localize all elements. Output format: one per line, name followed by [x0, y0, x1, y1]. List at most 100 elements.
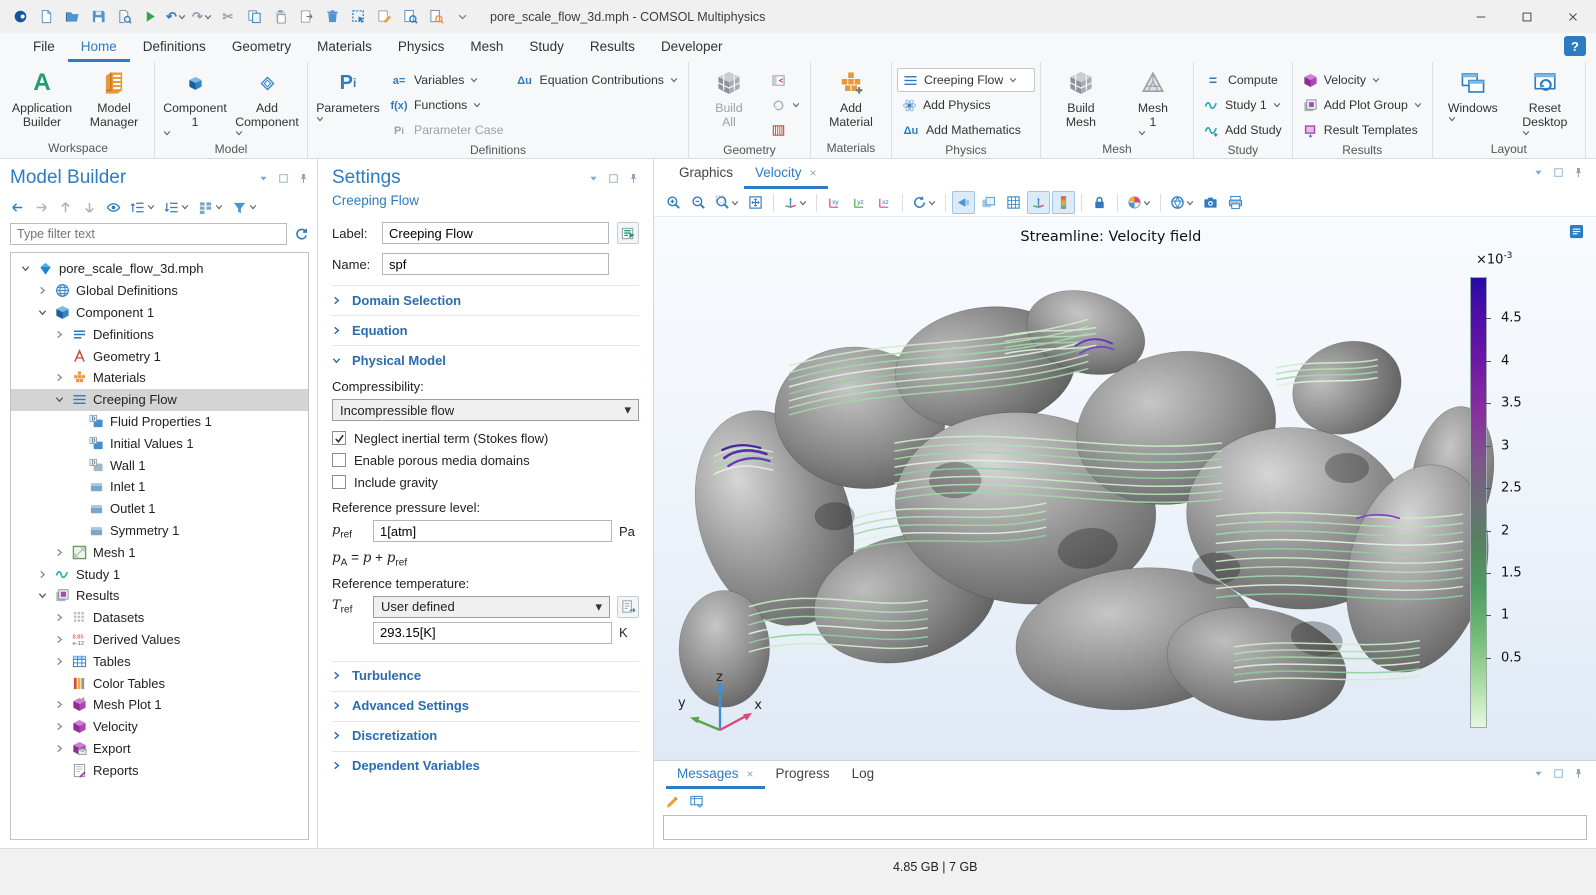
- paste-button[interactable]: [268, 4, 292, 30]
- temperature-input[interactable]: [373, 622, 612, 644]
- tree-expander-icon[interactable]: [53, 635, 66, 644]
- pin-icon[interactable]: [628, 173, 639, 184]
- forward-icon[interactable]: [34, 200, 49, 215]
- menu-tab-definitions[interactable]: Definitions: [130, 33, 219, 62]
- redo-button[interactable]: ↷: [190, 4, 214, 30]
- tree-item-derived-values[interactable]: 8.85e-12Derived Values: [11, 629, 308, 651]
- zoom-out-button[interactable]: [687, 191, 710, 214]
- tree-item-color-tables[interactable]: Color Tables: [11, 672, 308, 694]
- tree-expander-icon[interactable]: [53, 657, 66, 666]
- tree-item-study-1[interactable]: Study 1: [11, 563, 308, 585]
- tree-item-geometry-1[interactable]: Geometry 1: [11, 345, 308, 367]
- tree-item-reports[interactable]: Reports: [11, 759, 308, 781]
- pref-input[interactable]: [373, 520, 612, 542]
- tree-item-mesh-plot-1[interactable]: *Mesh Plot 1: [11, 694, 308, 716]
- parameters-button[interactable]: PiParameters: [313, 67, 383, 125]
- remove-details-button[interactable]: [766, 118, 805, 142]
- float-icon[interactable]: [608, 173, 619, 184]
- view-xz-button[interactable]: xz: [873, 191, 896, 214]
- add-mathematics-button[interactable]: ΔuAdd Mathematics: [897, 118, 1035, 142]
- section-dependent-variables[interactable]: Dependent Variables: [332, 751, 639, 780]
- tree-item-materials[interactable]: Materials: [11, 367, 308, 389]
- tree-item-export[interactable]: Export: [11, 738, 308, 760]
- show-icon[interactable]: [106, 200, 121, 215]
- tree-item-inlet-1[interactable]: Inlet 1: [11, 476, 308, 498]
- customize-toolbar-button[interactable]: [450, 4, 474, 30]
- label-input[interactable]: [382, 222, 609, 244]
- checkbox-enable-porous-media-domains[interactable]: Enable porous media domains: [332, 449, 639, 471]
- checkbox-unchecked-icon[interactable]: [332, 475, 346, 489]
- tree-item-pore-scale-flow-3d-mph[interactable]: pore_scale_flow_3d.mph: [11, 258, 308, 280]
- copy-table-button[interactable]: [689, 794, 704, 809]
- checkbox-unchecked-icon[interactable]: [332, 453, 346, 467]
- chevron-down-icon[interactable]: [258, 173, 269, 184]
- tree-expander-icon[interactable]: [53, 395, 66, 404]
- clear-messages-button[interactable]: [665, 794, 680, 809]
- filter-icon[interactable]: [232, 200, 257, 215]
- result-templates-button[interactable]: Result Templates: [1298, 118, 1427, 142]
- tree-expander-icon[interactable]: [53, 373, 66, 382]
- zoom-box-button[interactable]: [712, 191, 742, 214]
- new-file-button[interactable]: [34, 4, 58, 30]
- axis-orientation-button[interactable]: [1027, 191, 1050, 214]
- add-plot-group-button[interactable]: Add Plot Group: [1298, 93, 1427, 117]
- tree-expander-icon[interactable]: [53, 330, 66, 339]
- tree-item-symmetry-1[interactable]: Symmetry 1: [11, 520, 308, 542]
- lock-button[interactable]: [1088, 191, 1111, 214]
- tree-item-results[interactable]: Results: [11, 585, 308, 607]
- float-icon[interactable]: [1553, 167, 1564, 178]
- section-turbulence[interactable]: Turbulence: [332, 661, 639, 690]
- tree-item-outlet-1[interactable]: Outlet 1: [11, 498, 308, 520]
- run-button[interactable]: [138, 4, 162, 30]
- section-domain-selection[interactable]: Domain Selection: [332, 285, 639, 314]
- menu-tab-home[interactable]: Home: [68, 33, 130, 62]
- functions-button[interactable]: f(x)Functions: [385, 93, 509, 117]
- compute-button[interactable]: =Compute: [1199, 68, 1287, 92]
- insert-sequence-button[interactable]: [766, 68, 805, 92]
- ref-temperature-select[interactable]: User defined ▾: [373, 596, 610, 618]
- pin-icon[interactable]: [298, 173, 309, 184]
- variables-button[interactable]: a=Variables: [385, 68, 509, 92]
- messages-tab-messages[interactable]: Messages×: [666, 761, 765, 789]
- find-button[interactable]: [398, 4, 422, 30]
- chevron-down-icon[interactable]: [588, 173, 599, 184]
- undo-button[interactable]: ↶: [164, 4, 188, 30]
- tree-item-component-1[interactable]: Component 1: [11, 302, 308, 324]
- grid-button[interactable]: [1002, 191, 1025, 214]
- menu-tab-results[interactable]: Results: [577, 33, 648, 62]
- default-view-button[interactable]: [780, 191, 810, 214]
- go-to-source-button[interactable]: [617, 596, 639, 618]
- expand-all-icon[interactable]: [130, 200, 155, 215]
- refresh-icon[interactable]: [294, 227, 309, 242]
- filter-input[interactable]: [10, 223, 287, 245]
- parameter-case-button[interactable]: PiParameter Case: [385, 118, 509, 142]
- pin-icon[interactable]: [1573, 167, 1584, 178]
- tree-item-wall-1[interactable]: DWall 1: [11, 454, 308, 476]
- tree-item-global-definitions[interactable]: Global Definitions: [11, 280, 308, 302]
- component-1-button[interactable]: Component1: [160, 67, 230, 139]
- menu-tab-mesh[interactable]: Mesh: [457, 33, 516, 62]
- color-legend-button[interactable]: [1052, 191, 1075, 214]
- update-geometry-button[interactable]: [766, 93, 805, 117]
- messages-tab-log[interactable]: Log: [841, 761, 886, 789]
- color-theme-button[interactable]: [1124, 191, 1154, 214]
- graphics-tab-velocity[interactable]: Velocity×: [744, 159, 828, 189]
- mesh-1-button[interactable]: Mesh1: [1118, 67, 1188, 139]
- messages-tab-progress[interactable]: Progress: [765, 761, 841, 789]
- tree-expander-icon[interactable]: [36, 308, 49, 317]
- tree-expander-icon[interactable]: [53, 700, 66, 709]
- chevron-down-icon[interactable]: [1533, 167, 1544, 178]
- windows-button[interactable]: Windows: [1438, 67, 1508, 125]
- application-builder-button[interactable]: AApplicationBuilder: [7, 67, 77, 131]
- tree-item-mesh-1[interactable]: Mesh 1: [11, 541, 308, 563]
- add-physics-button[interactable]: Add Physics: [897, 93, 1035, 117]
- tree-item-creeping-flow[interactable]: Creeping Flow: [11, 389, 308, 411]
- compressibility-select[interactable]: Incompressible flow ▾: [332, 399, 639, 421]
- print-button[interactable]: [1224, 191, 1247, 214]
- view-xy-button[interactable]: xy: [823, 191, 846, 214]
- tree-expander-icon[interactable]: [53, 548, 66, 557]
- plot-settings-icon[interactable]: [1569, 224, 1584, 239]
- move-down-icon[interactable]: [82, 200, 97, 215]
- tree-item-initial-values-1[interactable]: DInitial Values 1: [11, 432, 308, 454]
- menu-tab-file[interactable]: File: [20, 33, 68, 62]
